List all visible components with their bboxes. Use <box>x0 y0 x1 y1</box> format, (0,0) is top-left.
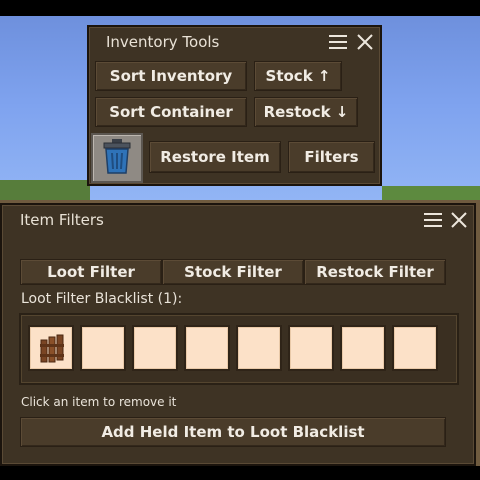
trash-button[interactable] <box>91 133 143 183</box>
sort-inventory-button[interactable]: Sort Inventory <box>95 61 247 91</box>
filters-button[interactable]: Filters <box>288 141 375 173</box>
trash-can-icon <box>102 138 132 178</box>
blacklist-slot[interactable] <box>80 325 126 371</box>
item-filters-title: Item Filters <box>20 211 104 229</box>
blacklist-slot[interactable] <box>392 325 438 371</box>
tab-restock-filter[interactable]: Restock Filter <box>304 259 446 285</box>
blacklist-slot-grid <box>19 313 459 385</box>
blacklist-slot[interactable] <box>236 325 282 371</box>
blacklist-slot[interactable] <box>184 325 230 371</box>
blacklist-slot[interactable] <box>340 325 386 371</box>
add-held-item-button[interactable]: Add Held Item to Loot Blacklist <box>20 417 446 447</box>
restore-item-button[interactable]: Restore Item <box>149 141 281 173</box>
tab-stock-filter[interactable]: Stock Filter <box>162 259 304 285</box>
sort-container-button[interactable]: Sort Container <box>95 97 247 127</box>
blacklist-slot[interactable] <box>28 325 74 371</box>
restock-button[interactable]: Restock ↓ <box>254 97 358 127</box>
stock-button[interactable]: Stock ↑ <box>254 61 342 91</box>
menu-icon[interactable] <box>423 210 443 230</box>
blacklist-slot[interactable] <box>288 325 334 371</box>
close-icon[interactable] <box>449 210 469 230</box>
blacklist-slot[interactable] <box>132 325 178 371</box>
tab-loot-filter[interactable]: Loot Filter <box>20 259 162 285</box>
inventory-tools-panel: Inventory Tools Sort Inventory Stock ↑ S… <box>87 25 382 186</box>
wooden-fence-icon <box>38 334 66 368</box>
blacklist-label: Loot Filter Blacklist (1): <box>21 291 183 307</box>
menu-icon[interactable] <box>328 32 348 52</box>
close-icon[interactable] <box>355 32 375 52</box>
item-filters-panel: Item Filters Loot Filter Stock Filter Re… <box>0 203 476 466</box>
letterbox-top <box>0 0 480 16</box>
letterbox-bottom <box>0 466 480 480</box>
inventory-tools-title: Inventory Tools <box>106 33 220 51</box>
remove-hint: Click an item to remove it <box>21 395 177 409</box>
